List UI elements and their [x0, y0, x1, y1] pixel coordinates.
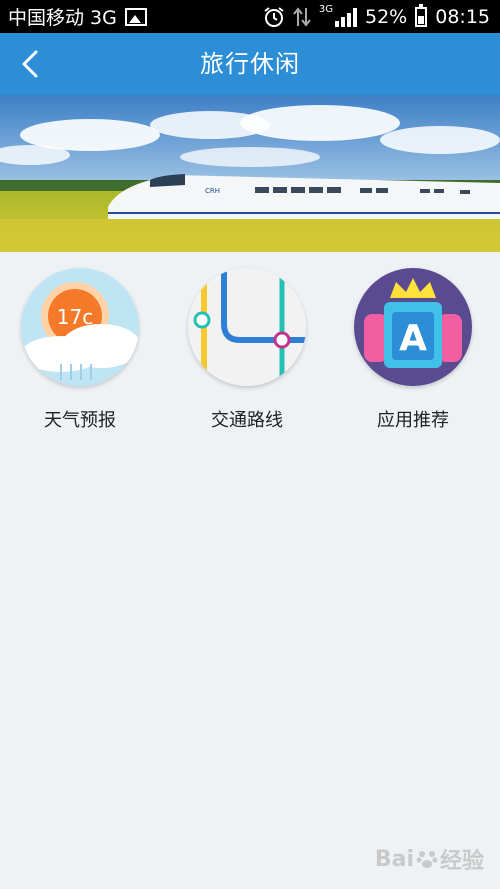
app-store-letter: A [399, 318, 427, 359]
battery-percent: 52% [365, 5, 408, 28]
high-speed-train-illustration: CRH [0, 95, 500, 252]
weather-label: 天气预报 [44, 410, 116, 431]
network-type-label: 3G [318, 4, 333, 15]
page-title: 旅行休闲 [200, 50, 300, 78]
data-transfer-icon [293, 6, 311, 27]
image-notification-icon [124, 7, 147, 26]
weather-icon: 17c [21, 268, 139, 386]
app-recommend-tile[interactable]: A 应用推荐 [343, 268, 483, 432]
battery-icon [415, 3, 428, 27]
clock: 08:15 [435, 5, 490, 28]
transit-tile[interactable]: 交通路线 [177, 268, 317, 432]
app-store-icon: A [354, 268, 472, 386]
watermark-suffix: 经验 [439, 849, 484, 874]
banner-image[interactable]: CRH [0, 95, 500, 252]
transit-label: 交通路线 [211, 410, 283, 431]
nav-bar: 旅行休闲 [0, 33, 500, 95]
signal-strength-icon [335, 7, 357, 27]
weather-tile[interactable]: 17c 天气预报 [10, 268, 150, 432]
train-logo: CRH [205, 187, 220, 195]
app-grid: 17c 天气预报 交通路线 A 应用推荐 [0, 252, 500, 452]
app-recommend-label: 应用推荐 [377, 410, 449, 431]
alarm-icon [264, 6, 284, 27]
status-bar: 中国移动 3G 3G 52% 08:15 [0, 0, 500, 33]
carrier-label: 中国移动 3G [8, 7, 117, 29]
transit-map-icon [188, 268, 306, 386]
watermark: Bai 经验 [375, 843, 484, 875]
watermark-text: Bai [374, 846, 414, 872]
paw-icon [416, 851, 438, 868]
